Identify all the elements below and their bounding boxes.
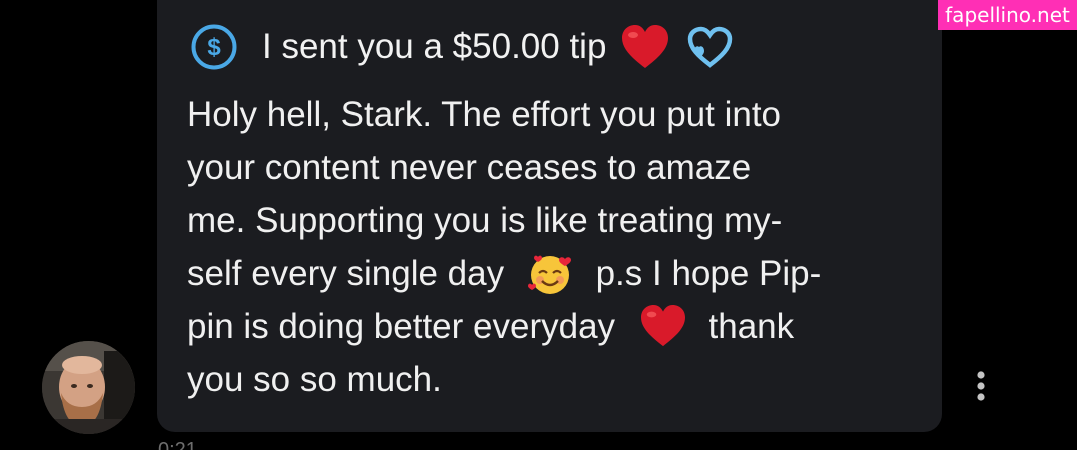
chat-screen: $ I sent you a $50.00 tip Holy hell, Sta… bbox=[0, 0, 1077, 450]
message-line: you so so much. bbox=[187, 360, 442, 399]
red-heart-icon bbox=[620, 24, 670, 70]
message-line: Holy hell, Stark. The effort you put int… bbox=[187, 95, 782, 134]
message-text: self every single day bbox=[187, 254, 505, 293]
tip-header: $ I sent you a $50.00 tip bbox=[190, 22, 734, 72]
blue-heart-outline-icon bbox=[686, 25, 734, 69]
red-heart-icon bbox=[639, 304, 687, 348]
message-timestamp: 0:21 bbox=[158, 439, 197, 450]
message-text: thank bbox=[708, 307, 795, 346]
message-line-with-emoji: pin is doing better everyday thank bbox=[187, 300, 927, 353]
svg-text:$: $ bbox=[207, 34, 221, 61]
message-line-with-emoji: self every single day p.s I hope Pip- bbox=[187, 247, 927, 300]
dollar-circle-icon: $ bbox=[190, 23, 238, 71]
avatar[interactable] bbox=[42, 341, 135, 434]
more-options-icon[interactable] bbox=[970, 370, 992, 404]
message-line: me. Supporting you is like treating my- bbox=[187, 201, 783, 240]
tip-amount-text: I sent you a $50.00 tip bbox=[262, 27, 607, 66]
message-line: your content never ceases to amaze bbox=[187, 148, 752, 187]
message-body: Holy hell, Stark. The effort you put int… bbox=[187, 88, 927, 406]
message-text: p.s I hope Pip- bbox=[595, 254, 822, 293]
message-text: pin is doing better everyday bbox=[187, 307, 616, 346]
watermark: fapellino.net bbox=[938, 0, 1077, 30]
smiling-face-with-hearts-icon bbox=[526, 250, 574, 296]
